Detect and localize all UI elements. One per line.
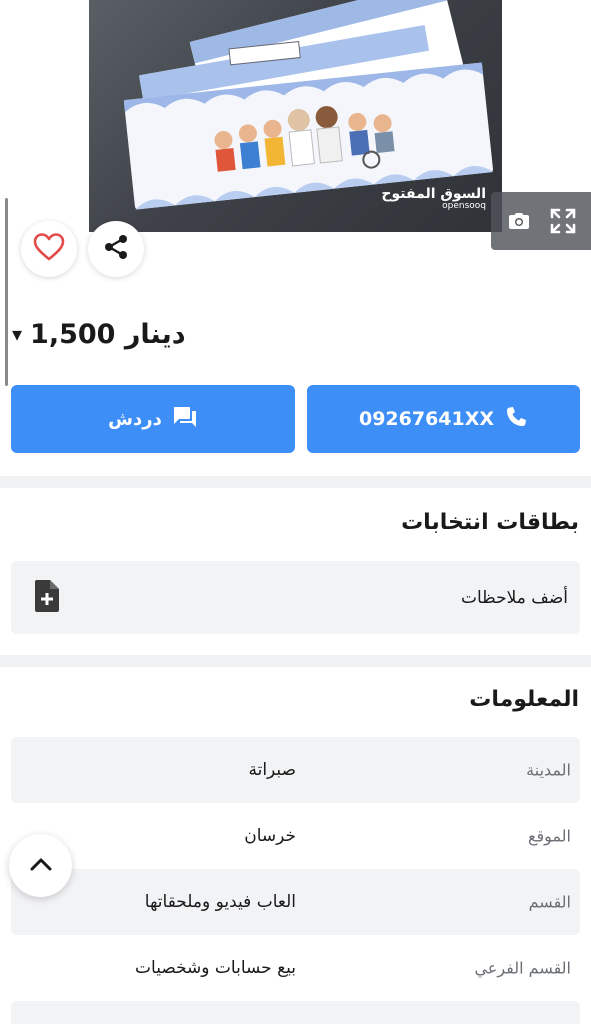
watermark-english: opensooq (442, 201, 486, 211)
add-notes-label: أضف ملاحظات (460, 587, 568, 608)
info-key: القسم الفرعي (474, 958, 571, 978)
chat-label: دردش (108, 408, 162, 430)
heart-outline-icon (33, 232, 65, 266)
elections-title: بطاقات انتخابات (401, 510, 579, 535)
watermark-arabic: السوق المفتوح (381, 186, 486, 202)
listing-photo[interactable]: السوق المفتوح opensooq (89, 0, 502, 232)
fullscreen-icon[interactable] (546, 204, 580, 238)
scrollbar[interactable] (5, 198, 8, 386)
phone-icon (504, 405, 528, 434)
note-add-icon (33, 579, 61, 617)
info-value[interactable]: العاب فيديو وملحقاتها (145, 892, 296, 912)
info-row-category: القسم العاب فيديو وملحقاتها (11, 869, 580, 935)
price: ▾ 1,500 دينار (12, 314, 186, 354)
section-divider (0, 476, 591, 488)
price-caret-icon[interactable]: ▾ (12, 322, 22, 346)
favorite-button[interactable] (21, 221, 77, 277)
info-value: خرسان (244, 826, 296, 846)
add-notes-row[interactable]: أضف ملاحظات (11, 561, 580, 634)
info-key: المدينة (526, 760, 571, 780)
info-value: صبراتة (248, 760, 296, 780)
info-row-partial (11, 1001, 580, 1024)
info-title: المعلومات (469, 687, 579, 712)
call-button[interactable]: 09267641XX (307, 385, 580, 453)
photo-controls (491, 192, 591, 250)
info-value[interactable]: بيع حسابات وشخصيات (135, 958, 296, 978)
chat-button[interactable]: دردش (11, 385, 295, 453)
price-amount: 1,500 دينار (30, 318, 186, 350)
info-row-location: الموقع خرسان (11, 803, 580, 869)
phone-number: 09267641XX (358, 408, 495, 430)
info-key: الموقع (528, 826, 571, 846)
info-row-city: المدينة صبراتة (11, 737, 580, 803)
scroll-to-top-button[interactable] (9, 834, 72, 897)
section-divider (0, 655, 591, 667)
info-key: القسم (528, 892, 571, 912)
photo-watermark: السوق المفتوح opensooq (381, 186, 486, 211)
camera-icon[interactable] (502, 204, 536, 238)
share-icon (102, 233, 130, 265)
chevron-up-icon (29, 856, 53, 876)
forum-icon (172, 405, 198, 434)
info-row-subcategory: القسم الفرعي بيع حسابات وشخصيات (11, 935, 580, 1001)
share-button[interactable] (88, 221, 144, 277)
